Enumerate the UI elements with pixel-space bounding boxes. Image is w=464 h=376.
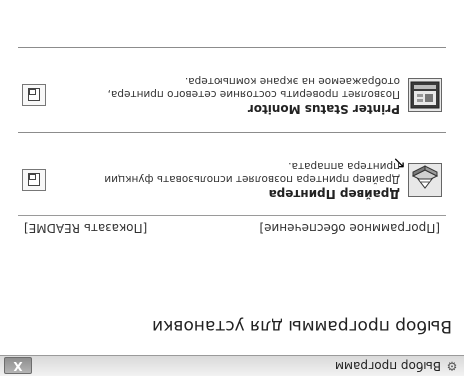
gear-icon: ⚙: [446, 359, 458, 373]
list-item-status-monitor[interactable]: Printer Status Monitor Позволяет провери…: [18, 47, 446, 126]
page-title: Выбор программы для установки: [152, 316, 452, 336]
title-bar: ⚙ Выбор программ X: [0, 355, 464, 376]
readme-button[interactable]: [22, 169, 46, 191]
item-title: Printer Status Monitor: [247, 102, 400, 116]
window-title: Выбор программ: [334, 359, 441, 373]
document-icon: [28, 88, 40, 101]
status-monitor-icon: [408, 78, 442, 112]
installer-window: ⚙ Выбор программ X Выбор программы для у…: [0, 0, 464, 376]
tab-software[interactable]: [Программное обеспечение]: [259, 221, 440, 235]
document-icon: [28, 173, 40, 186]
close-button[interactable]: X: [4, 357, 32, 374]
printer-driver-icon: [408, 163, 442, 197]
tab-bar: [Программное обеспечение] [Показать READ…: [18, 215, 446, 236]
item-description: Позволяет проверить состояние сетевого п…: [107, 75, 400, 100]
readme-button[interactable]: [22, 84, 46, 106]
item-description: Драйвер принтера позволяет использовать …: [104, 160, 400, 185]
list-item-printer-driver[interactable]: ↖ Драйвер Принтера Драйвер принтера позв…: [18, 132, 446, 211]
item-title: Драйвер Принтера: [268, 187, 400, 201]
tab-readme[interactable]: [Показать README]: [24, 221, 147, 235]
